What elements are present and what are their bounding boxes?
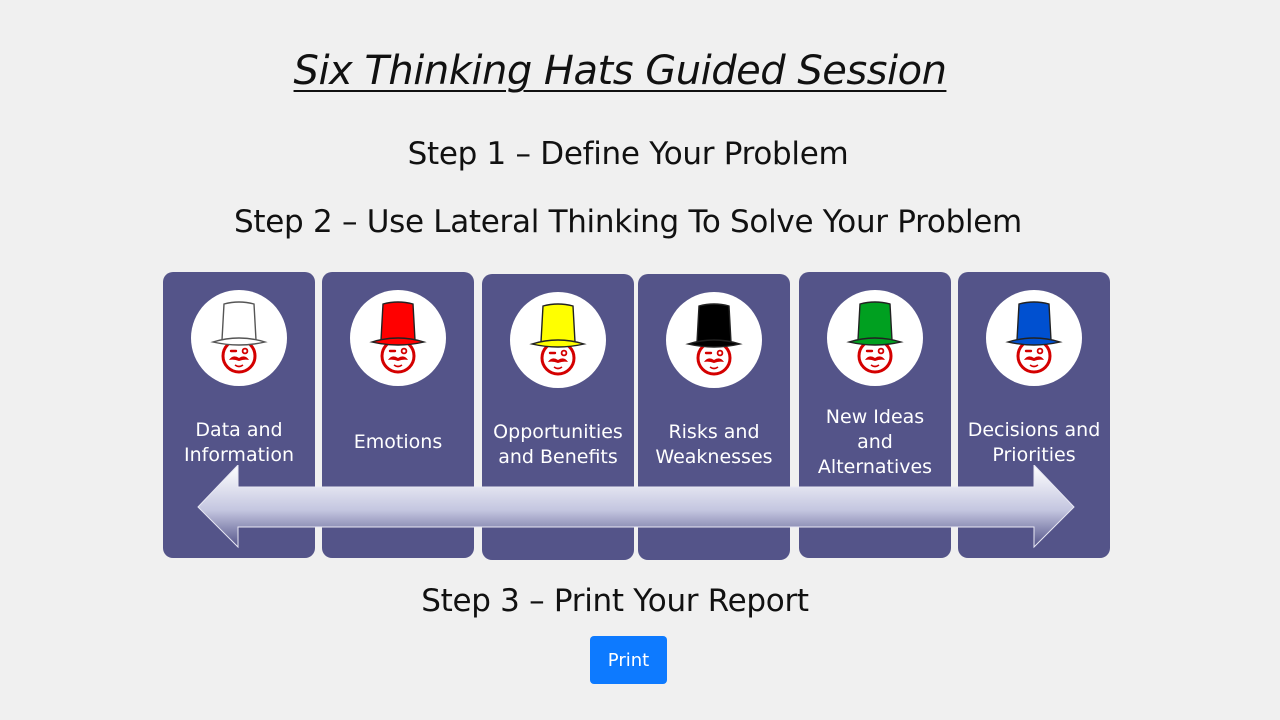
step-1-heading: Step 1 – Define Your Problem [407, 136, 849, 172]
step-3-heading: Step 3 – Print Your Report [421, 583, 809, 619]
white-hat-icon [191, 290, 287, 386]
hat-label: Risks and Weaknesses [655, 421, 773, 468]
step-2-heading: Step 2 – Use Lateral Thinking To Solve Y… [234, 204, 1022, 240]
hat-label: Data and Information [184, 419, 294, 466]
black-hat-icon [666, 292, 762, 388]
hat-label: Emotions [353, 431, 443, 453]
blue-hat-icon [986, 290, 1082, 386]
page-title: Six Thinking Hats Guided Session [293, 48, 947, 94]
print-button[interactable]: Print [590, 636, 667, 684]
green-hat-icon [827, 290, 923, 386]
yellow-hat-icon [510, 292, 606, 388]
red-hat-icon [350, 290, 446, 386]
hat-label: Opportunities and Benefits [493, 421, 623, 468]
hat-label: Decisions and Priorities [967, 419, 1101, 466]
double-arrow-icon [196, 463, 1076, 549]
